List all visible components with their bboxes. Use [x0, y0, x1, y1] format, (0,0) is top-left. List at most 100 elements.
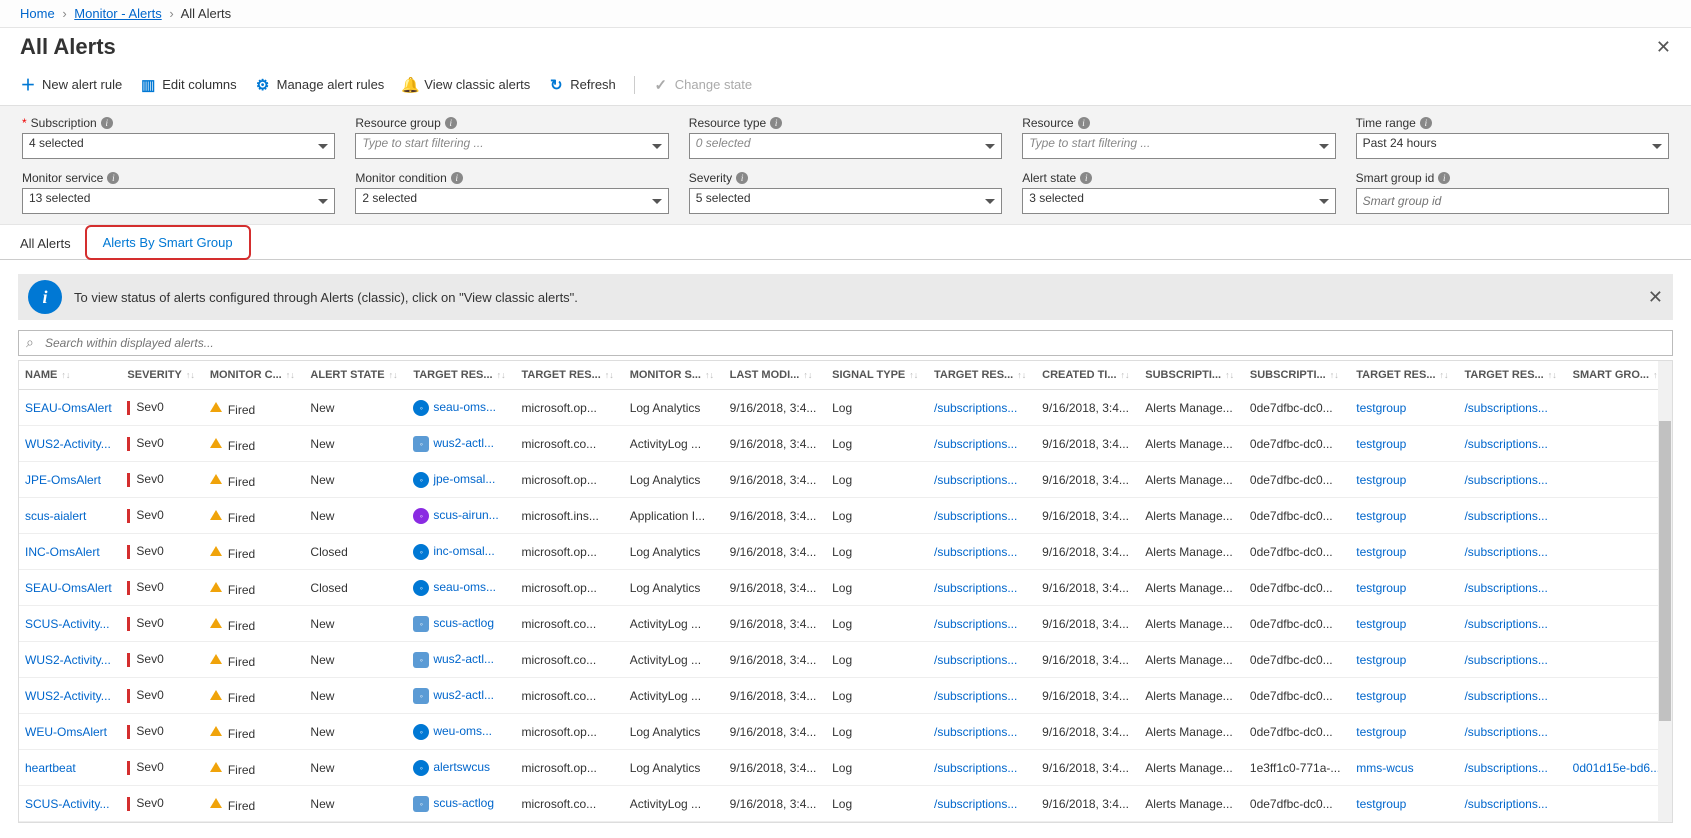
target-scope-link[interactable]: /subscriptions... [1458, 534, 1566, 570]
target-scope-link[interactable]: /subscriptions... [1458, 714, 1566, 750]
scope-link[interactable]: /subscriptions... [928, 606, 1036, 642]
smart-group-link[interactable]: 0d01d15e-bd6... [1567, 750, 1672, 786]
breadcrumb-home[interactable]: Home [20, 6, 55, 21]
alert-name-link[interactable]: heartbeat [19, 750, 121, 786]
target-scope-link[interactable]: /subscriptions... [1458, 606, 1566, 642]
scope-link[interactable]: /subscriptions... [928, 498, 1036, 534]
search-input[interactable] [18, 330, 1673, 356]
smart-group-link[interactable] [1567, 570, 1672, 606]
target-resource-link[interactable]: ◦scus-actlog [407, 606, 515, 642]
smart-group-link[interactable] [1567, 462, 1672, 498]
target-resource-link[interactable]: ◦wus2-actl... [407, 426, 515, 462]
smart-group-link[interactable] [1567, 786, 1672, 822]
info-icon[interactable]: i [736, 172, 748, 184]
resource-type-dropdown[interactable]: 0 selected [689, 133, 1002, 159]
table-row[interactable]: SCUS-Activity...Sev0FiredNew◦scus-actlog… [19, 606, 1672, 642]
table-row[interactable]: heartbeatSev0FiredNew◦alertswcusmicrosof… [19, 750, 1672, 786]
column-header[interactable]: SMART GRO...↑↓ [1567, 361, 1672, 390]
info-icon[interactable]: i [1420, 117, 1432, 129]
dismiss-icon[interactable]: ✕ [1648, 287, 1663, 308]
table-row[interactable]: SEAU-OmsAlertSev0FiredNew◦seau-oms...mic… [19, 390, 1672, 426]
scope-link[interactable]: /subscriptions... [928, 714, 1036, 750]
target-resource-link[interactable]: ◦wus2-actl... [407, 642, 515, 678]
target-scope-link[interactable]: /subscriptions... [1458, 786, 1566, 822]
alert-name-link[interactable]: WUS2-Activity... [19, 642, 121, 678]
target-scope-link[interactable]: /subscriptions... [1458, 390, 1566, 426]
resource-dropdown[interactable]: Type to start filtering ... [1022, 133, 1335, 159]
alert-name-link[interactable]: WEU-OmsAlert [19, 714, 121, 750]
column-header[interactable]: NAME↑↓ [19, 361, 121, 390]
column-header[interactable]: TARGET RES...↑↓ [1458, 361, 1566, 390]
smart-group-link[interactable] [1567, 390, 1672, 426]
smart-group-link[interactable] [1567, 606, 1672, 642]
column-header[interactable]: MONITOR C...↑↓ [204, 361, 305, 390]
target-resource-link[interactable]: ◦wus2-actl... [407, 678, 515, 714]
resource-group-link[interactable]: testgroup [1350, 390, 1458, 426]
resource-group-link[interactable]: mms-wcus [1350, 750, 1458, 786]
info-icon[interactable]: i [770, 117, 782, 129]
smart-group-link[interactable] [1567, 534, 1672, 570]
table-row[interactable]: SCUS-Activity...Sev0FiredNew◦scus-actlog… [19, 786, 1672, 822]
column-header[interactable]: CREATED TI...↑↓ [1036, 361, 1139, 390]
scope-link[interactable]: /subscriptions... [928, 750, 1036, 786]
table-row[interactable]: scus-aialertSev0FiredNew◦scus-airun...mi… [19, 498, 1672, 534]
info-icon[interactable]: i [107, 172, 119, 184]
scope-link[interactable]: /subscriptions... [928, 534, 1036, 570]
column-header[interactable]: TARGET RES...↑↓ [407, 361, 515, 390]
resource-group-link[interactable]: testgroup [1350, 426, 1458, 462]
alert-name-link[interactable]: SCUS-Activity... [19, 786, 121, 822]
alert-name-link[interactable]: WUS2-Activity... [19, 678, 121, 714]
target-resource-link[interactable]: ◦inc-omsal... [407, 534, 515, 570]
resource-group-link[interactable]: testgroup [1350, 534, 1458, 570]
column-header[interactable]: SUBSCRIPTI...↑↓ [1244, 361, 1350, 390]
manage-rules-button[interactable]: ⚙Manage alert rules [255, 76, 385, 94]
table-row[interactable]: WUS2-Activity...Sev0FiredNew◦wus2-actl..… [19, 642, 1672, 678]
column-header[interactable]: SIGNAL TYPE↑↓ [826, 361, 928, 390]
subscription-dropdown[interactable]: 4 selected [22, 133, 335, 159]
monitor-condition-dropdown[interactable]: 2 selected [355, 188, 668, 214]
info-icon[interactable]: i [101, 117, 113, 129]
alert-name-link[interactable]: SEAU-OmsAlert [19, 570, 121, 606]
resource-group-link[interactable]: testgroup [1350, 462, 1458, 498]
target-scope-link[interactable]: /subscriptions... [1458, 498, 1566, 534]
new-alert-rule-button[interactable]: ＋New alert rule [20, 74, 122, 95]
target-resource-link[interactable]: ◦seau-oms... [407, 390, 515, 426]
alert-name-link[interactable]: INC-OmsAlert [19, 534, 121, 570]
resource-group-link[interactable]: testgroup [1350, 714, 1458, 750]
alert-name-link[interactable]: SCUS-Activity... [19, 606, 121, 642]
target-resource-link[interactable]: ◦jpe-omsal... [407, 462, 515, 498]
smart-group-link[interactable] [1567, 678, 1672, 714]
table-row[interactable]: INC-OmsAlertSev0FiredClosed◦inc-omsal...… [19, 534, 1672, 570]
resource-group-link[interactable]: testgroup [1350, 498, 1458, 534]
smart-group-link[interactable] [1567, 498, 1672, 534]
table-row[interactable]: WUS2-Activity...Sev0FiredNew◦wus2-actl..… [19, 678, 1672, 714]
info-icon[interactable]: i [1080, 172, 1092, 184]
scope-link[interactable]: /subscriptions... [928, 390, 1036, 426]
severity-dropdown[interactable]: 5 selected [689, 188, 1002, 214]
target-scope-link[interactable]: /subscriptions... [1458, 570, 1566, 606]
column-header[interactable]: TARGET RES...↑↓ [928, 361, 1036, 390]
resource-group-link[interactable]: testgroup [1350, 642, 1458, 678]
breadcrumb-monitor[interactable]: Monitor - Alerts [74, 6, 161, 21]
column-header[interactable]: TARGET RES...↑↓ [1350, 361, 1458, 390]
target-resource-link[interactable]: ◦weu-oms... [407, 714, 515, 750]
edit-columns-button[interactable]: ▥Edit columns [140, 76, 236, 94]
target-scope-link[interactable]: /subscriptions... [1458, 426, 1566, 462]
info-icon[interactable]: i [1438, 172, 1450, 184]
scope-link[interactable]: /subscriptions... [928, 570, 1036, 606]
scope-link[interactable]: /subscriptions... [928, 462, 1036, 498]
info-icon[interactable]: i [1078, 117, 1090, 129]
smart-group-input[interactable] [1356, 188, 1669, 214]
resource-group-link[interactable]: testgroup [1350, 678, 1458, 714]
table-row[interactable]: WEU-OmsAlertSev0FiredNew◦weu-oms...micro… [19, 714, 1672, 750]
alert-name-link[interactable]: scus-aialert [19, 498, 121, 534]
scrollbar[interactable] [1658, 361, 1672, 822]
scope-link[interactable]: /subscriptions... [928, 786, 1036, 822]
target-scope-link[interactable]: /subscriptions... [1458, 750, 1566, 786]
table-row[interactable]: SEAU-OmsAlertSev0FiredClosed◦seau-oms...… [19, 570, 1672, 606]
column-header[interactable]: MONITOR S...↑↓ [624, 361, 724, 390]
resource-group-link[interactable]: testgroup [1350, 786, 1458, 822]
target-resource-link[interactable]: ◦scus-actlog [407, 786, 515, 822]
refresh-button[interactable]: ↻Refresh [548, 76, 616, 94]
column-header[interactable]: TARGET RES...↑↓ [516, 361, 624, 390]
